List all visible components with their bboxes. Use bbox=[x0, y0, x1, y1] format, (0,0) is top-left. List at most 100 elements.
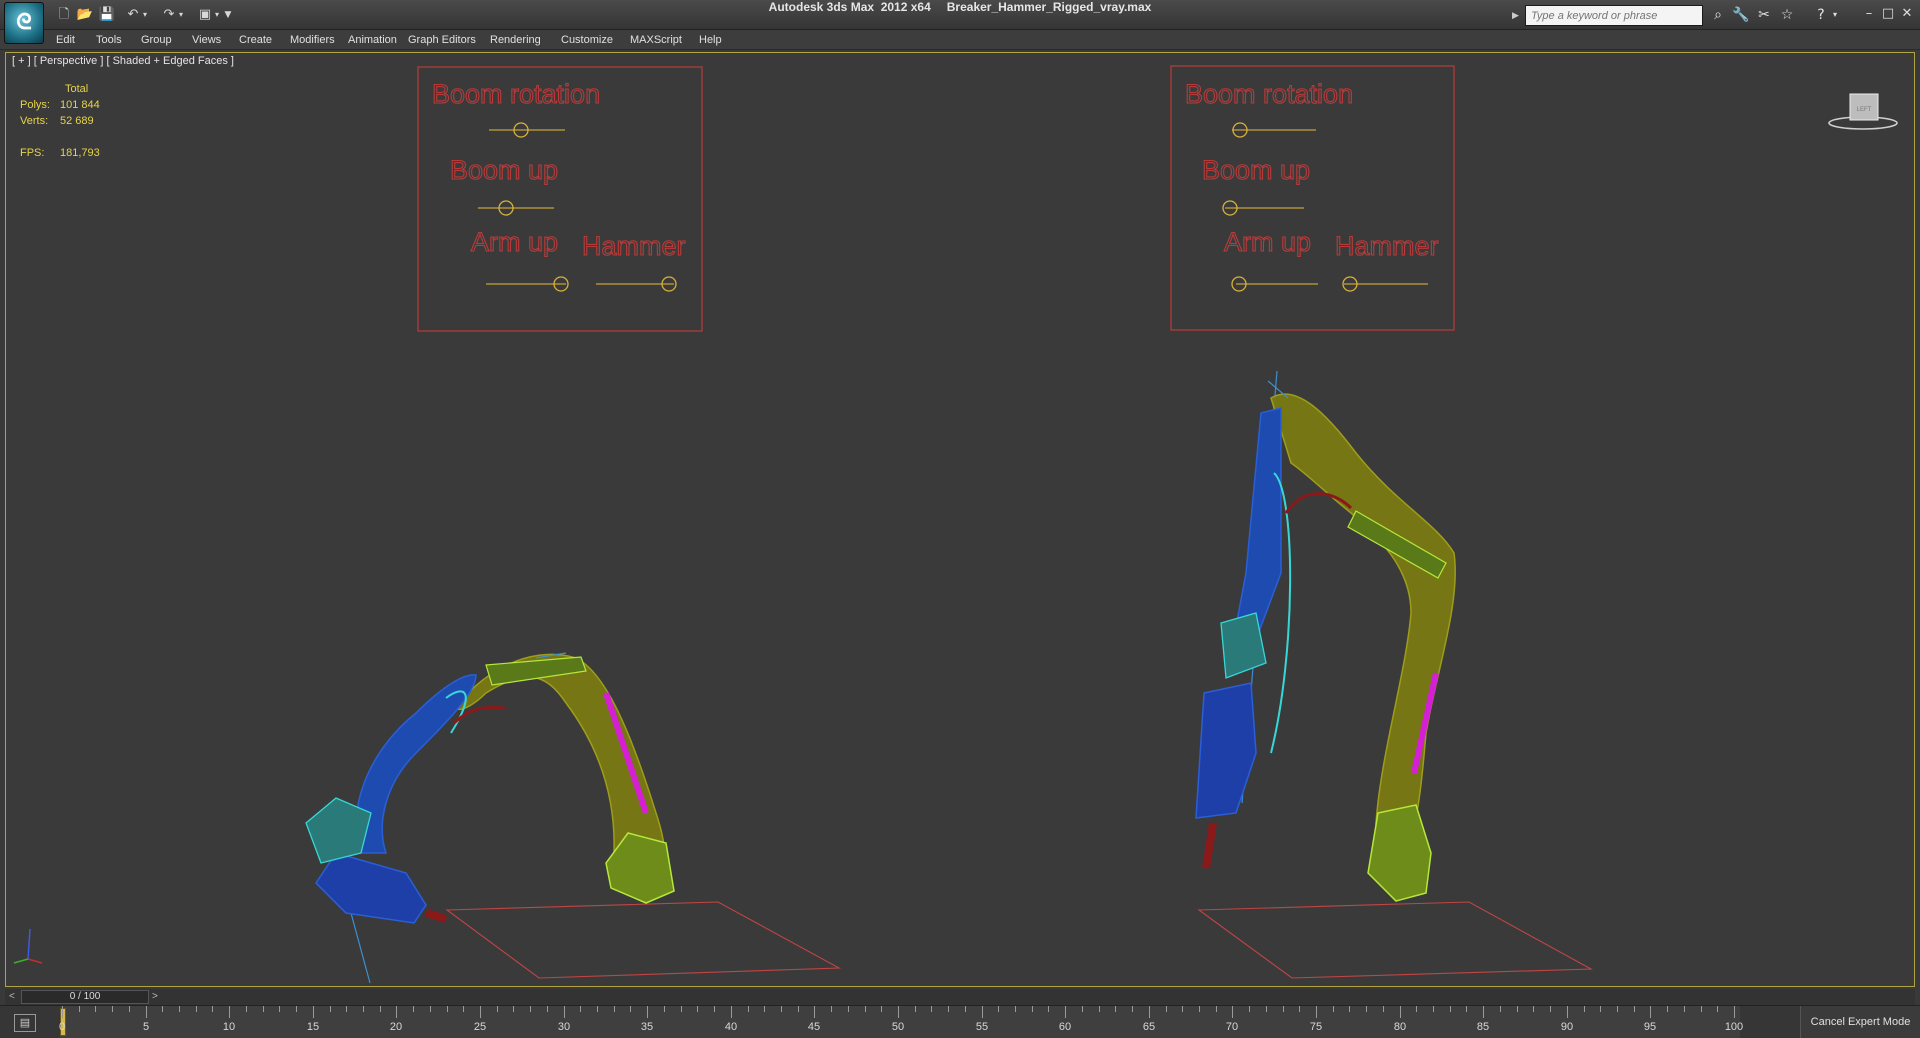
help-dropdown-icon[interactable]: ▾ bbox=[1830, 6, 1840, 24]
timeline-tick-label: 50 bbox=[891, 1021, 905, 1033]
hammer-label-right: Hammer bbox=[1335, 231, 1439, 261]
timeline-tick bbox=[982, 1006, 983, 1018]
timeline-tick bbox=[614, 1006, 615, 1012]
excavator-arm-left[interactable] bbox=[305, 652, 675, 984]
menu-views[interactable]: Views bbox=[192, 32, 221, 48]
menu-animation[interactable]: Animation bbox=[348, 32, 397, 48]
time-slider-thumb[interactable]: 0 / 100 bbox=[21, 990, 149, 1004]
timeline-tick-label: 80 bbox=[1393, 1021, 1407, 1033]
timeline-ruler[interactable]: 0 5 10 15 20 25 30 35 40 45 50 55 60 65 70 75 80 85 90 95 10… bbox=[59, 1006, 1743, 1038]
timeline-tick bbox=[313, 1006, 314, 1018]
timeline-tick bbox=[1249, 1006, 1250, 1012]
timeline-tick bbox=[430, 1006, 431, 1012]
menu-maxscript[interactable]: MAXScript bbox=[630, 32, 682, 48]
menu-tools[interactable]: Tools bbox=[96, 32, 122, 48]
viewcube-widget[interactable]: LEFT bbox=[1828, 93, 1898, 130]
maximize-icon[interactable]: □ bbox=[1879, 4, 1897, 24]
help-icon[interactable]: ? bbox=[1811, 6, 1831, 24]
timeline-tick bbox=[1717, 1006, 1718, 1012]
timeline-tick bbox=[246, 1006, 247, 1012]
timeline-tick bbox=[463, 1006, 464, 1012]
polys-label: Polys: bbox=[20, 99, 50, 111]
timeline-tick bbox=[1550, 1006, 1551, 1012]
timeline-tick bbox=[547, 1006, 548, 1012]
timeline-tick bbox=[1383, 1006, 1384, 1012]
save-icon[interactable]: 💾 bbox=[98, 6, 116, 24]
timeline-tick bbox=[1232, 1006, 1233, 1018]
timeline-tick bbox=[1182, 1006, 1183, 1012]
timeline-tick bbox=[162, 1006, 163, 1012]
timeline-tick bbox=[1450, 1006, 1451, 1012]
timeline-tick bbox=[1015, 1006, 1016, 1012]
timeline-tick bbox=[1734, 1006, 1735, 1018]
timeline-tick bbox=[497, 1006, 498, 1012]
boom-rotation-label-left: Boom rotation bbox=[432, 79, 600, 109]
timeline-tick bbox=[898, 1006, 899, 1018]
timeline-tick-label: 0 bbox=[58, 1021, 66, 1033]
menu-graph-editors[interactable]: Graph Editors bbox=[408, 32, 476, 48]
3dsmax-logo-icon[interactable]: ᘓ bbox=[4, 2, 44, 44]
timeline-tick bbox=[229, 1006, 230, 1018]
minimize-icon[interactable]: – bbox=[1860, 4, 1878, 24]
favorites-star-icon[interactable]: ☆ bbox=[1777, 6, 1797, 24]
verts-value: 52 689 bbox=[60, 115, 94, 127]
timeline-tick bbox=[731, 1006, 732, 1018]
timeline-tick bbox=[1433, 1006, 1434, 1012]
open-file-icon[interactable]: 📂 bbox=[76, 6, 94, 24]
excavator-arm-right[interactable] bbox=[1195, 370, 1456, 902]
communication-center-icon[interactable]: ✂ bbox=[1754, 6, 1774, 24]
perspective-viewport[interactable]: Boom rotation Boom up Arm up Hammer Boom… bbox=[5, 52, 1915, 987]
search-expand-icon[interactable]: ▶ bbox=[1512, 7, 1522, 23]
timeline-tick bbox=[447, 1006, 448, 1012]
timeline-tick bbox=[513, 1006, 514, 1012]
timeline-tick bbox=[1082, 1006, 1083, 1012]
new-file-icon[interactable]: 🗋 bbox=[55, 6, 73, 24]
undo-dropdown-icon[interactable]: ▾ bbox=[140, 6, 150, 24]
timeline-tick bbox=[597, 1006, 598, 1012]
timeline-tick bbox=[129, 1006, 130, 1012]
timeline-tick bbox=[965, 1006, 966, 1012]
hammer-label-left: Hammer bbox=[582, 231, 686, 261]
ground-plane-left[interactable] bbox=[445, 901, 842, 979]
timeline-tick bbox=[1634, 1006, 1635, 1012]
redo-dropdown-icon[interactable]: ▾ bbox=[176, 6, 186, 24]
timeline-tick bbox=[664, 1006, 665, 1012]
timeline-tick-label: 20 bbox=[389, 1021, 403, 1033]
menu-modifiers[interactable]: Modifiers bbox=[290, 32, 335, 48]
timeline-tick bbox=[1600, 1006, 1601, 1012]
timeline-tick bbox=[998, 1006, 999, 1012]
title-bar: Autodesk 3ds Max 2012 x64 Breaker_Hammer_… bbox=[0, 0, 1920, 30]
project-dropdown-icon[interactable]: ▾ bbox=[212, 6, 222, 24]
cancel-expert-mode-button[interactable]: Cancel Expert Mode bbox=[1800, 1006, 1920, 1038]
subscription-center-icon[interactable]: 🔧 bbox=[1731, 6, 1751, 24]
boom-up-label-left: Boom up bbox=[450, 155, 558, 185]
axis-tripod bbox=[13, 928, 43, 964]
timeline-tick bbox=[1333, 1006, 1334, 1012]
menu-help[interactable]: Help bbox=[699, 32, 722, 48]
ground-plane-right[interactable] bbox=[1197, 901, 1594, 979]
timeline-tick bbox=[330, 1006, 331, 1012]
quick-access-customize-icon[interactable]: ▼ bbox=[222, 6, 234, 24]
viewport-label-menu[interactable]: [ + ] [ Perspective ] [ Shaded + Edged F… bbox=[12, 55, 234, 67]
menu-group[interactable]: Group bbox=[141, 32, 172, 48]
next-frame-icon[interactable]: > bbox=[152, 989, 164, 1005]
menu-edit[interactable]: Edit bbox=[56, 32, 75, 48]
timeline-tick bbox=[1617, 1006, 1618, 1012]
timeline-tick bbox=[1065, 1006, 1066, 1018]
previous-frame-icon[interactable]: < bbox=[9, 989, 21, 1005]
binoculars-icon[interactable]: ⌕ bbox=[1708, 6, 1728, 24]
curve-editor-icon[interactable]: ▤ bbox=[14, 1014, 36, 1032]
scene-canvas[interactable]: Boom rotation Boom up Arm up Hammer Boom… bbox=[6, 53, 1914, 986]
timeline-tick-label: 70 bbox=[1225, 1021, 1239, 1033]
timeline-tick bbox=[1115, 1006, 1116, 1012]
time-slider[interactable]: < 0 / 100 > bbox=[5, 989, 1915, 1005]
close-icon[interactable]: ✕ bbox=[1898, 4, 1916, 24]
menu-create[interactable]: Create bbox=[239, 32, 272, 48]
menu-rendering[interactable]: Rendering bbox=[490, 32, 541, 48]
timeline-tick bbox=[697, 1006, 698, 1012]
search-input[interactable] bbox=[1525, 5, 1703, 26]
timeline-tick bbox=[346, 1006, 347, 1012]
timeline-tick bbox=[1584, 1006, 1585, 1012]
menu-customize[interactable]: Customize bbox=[561, 32, 613, 48]
timeline-tick-label: 100 bbox=[1724, 1021, 1744, 1033]
